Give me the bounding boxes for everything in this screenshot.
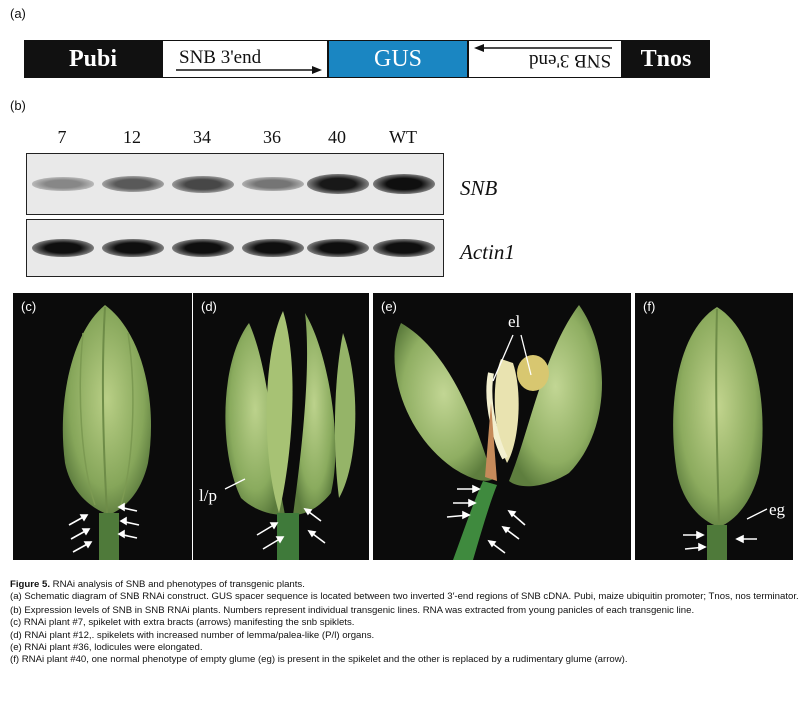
photo-d: l/p (d) <box>193 293 369 560</box>
snb-blot <box>26 153 444 215</box>
photo-d-label: (d) <box>201 299 217 314</box>
photo-e: el (e) <box>373 293 631 560</box>
lane-label: 36 <box>263 127 281 147</box>
photo-c: (c) <box>13 293 192 560</box>
lane-label: 34 <box>193 127 211 147</box>
snb-band <box>373 174 435 194</box>
panel-b-label: (b) <box>10 98 26 113</box>
lane-label: WT <box>389 127 417 147</box>
caption-title: Figure 5. RNAi analysis of SNB and pheno… <box>10 579 800 591</box>
actin1-band <box>172 239 234 257</box>
forward-arrow-head <box>312 66 322 74</box>
caption-title-rest: RNAi analysis of SNB and phenotypes of t… <box>49 579 305 590</box>
lp-annotation: l/p <box>199 486 217 505</box>
actin1-band <box>242 239 304 257</box>
spikelet-d-image: l/p <box>199 311 356 560</box>
actin1-band <box>373 239 435 257</box>
caption-e: (e) RNAi plant #36, lodicules were elong… <box>10 642 203 654</box>
snb-band <box>307 174 369 194</box>
actin1-blot <box>26 219 444 277</box>
construct-arrows <box>176 44 612 74</box>
caption-c: (c) RNAi plant #7, spikelet with extra b… <box>10 617 355 629</box>
caption-a: (a) Schematic diagram of SNB RNAi constr… <box>10 591 799 603</box>
snb-gene-label: SNB <box>460 176 498 200</box>
snb-band <box>32 177 94 191</box>
actin1-band <box>32 239 94 257</box>
photo-f: eg (f) <box>635 293 793 560</box>
el-annotation: el <box>508 312 521 331</box>
eg-annotation: eg <box>769 500 786 519</box>
spikelet-f-image: eg <box>673 307 786 560</box>
caption-title-bold: Figure 5. <box>10 579 50 590</box>
actin1-gene-label: Actin1 <box>460 240 515 264</box>
caption-b: (b) Expression levels of SNB in SNB RNAi… <box>10 604 695 616</box>
caption-d: (d) RNAi plant #12,. spikelets with incr… <box>10 629 375 641</box>
spikelet-c-image <box>62 305 152 560</box>
photo-c-label: (c) <box>21 299 37 314</box>
lane-label: 12 <box>123 127 141 147</box>
snb-band <box>242 176 304 192</box>
actin1-band <box>102 239 164 257</box>
lane-label: 40 <box>328 127 346 147</box>
lane-label: 7 <box>57 127 67 147</box>
caption-f: (f) RNAi plant #40, one normal phenotype… <box>10 654 628 666</box>
actin1-band <box>307 239 369 257</box>
photo-f-label: (f) <box>643 299 656 314</box>
snb-band <box>172 175 234 193</box>
snb-band <box>102 176 164 192</box>
figure-caption: Figure 5. RNAi analysis of SNB and pheno… <box>10 579 800 667</box>
photo-e-label: (e) <box>381 299 397 314</box>
reverse-arrow-head <box>474 44 484 52</box>
spikelet-e-image: el <box>394 305 602 560</box>
